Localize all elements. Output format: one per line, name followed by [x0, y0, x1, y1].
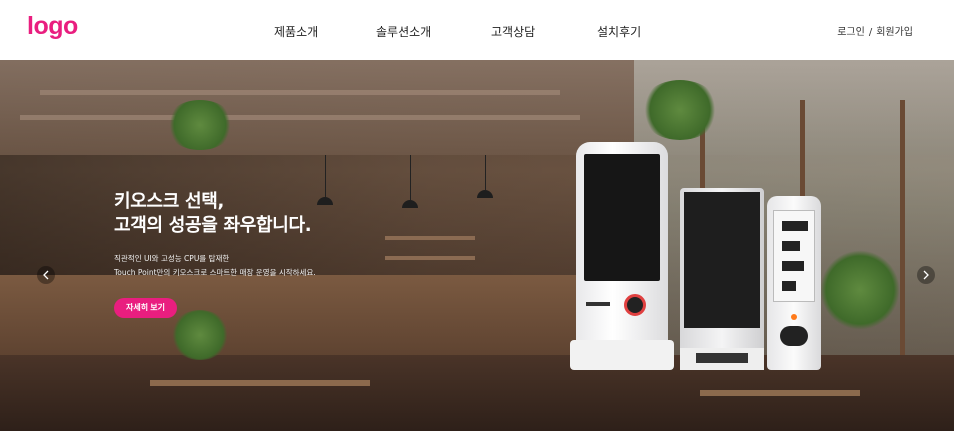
ceiling-beam	[40, 90, 560, 95]
kiosk-compact-image	[767, 196, 821, 370]
signup-link[interactable]: 회원가입	[876, 27, 913, 38]
chevron-right-icon	[923, 270, 929, 280]
pendant-lamp	[317, 197, 333, 205]
lamp-cord	[410, 155, 411, 200]
kiosk-standing-image	[570, 142, 674, 370]
hero-subtext-line1: 직관적인 UI와 고성능 CPU를 탑재한	[114, 254, 230, 263]
lamp-cord	[325, 155, 326, 197]
nav-item-reviews[interactable]: 설치후기	[597, 23, 641, 40]
chevron-left-icon	[43, 270, 49, 280]
hanging-plant	[640, 80, 720, 140]
wall-shelf	[385, 256, 475, 260]
cafe-counter	[0, 275, 600, 360]
pendant-lamp	[477, 190, 493, 198]
hero-copy: 키오스크 선택, 고객의 성공을 좌우합니다. 직관적인 UI와 고성능 CPU…	[114, 190, 316, 280]
hero-subtext: 직관적인 UI와 고성능 CPU를 탑재한 Touch Point만의 키오스크…	[114, 252, 316, 280]
potted-plant	[170, 310, 230, 360]
cafe-table	[150, 380, 370, 386]
nav-item-solutions[interactable]: 솔루션소개	[376, 23, 431, 40]
hero-headline-line1: 키오스크 선택,	[114, 191, 225, 212]
hero-headline-line2: 고객의 성공을 좌우합니다.	[114, 215, 312, 236]
site-logo[interactable]: logo	[27, 12, 78, 41]
lamp-cord	[485, 155, 486, 190]
pendant-lamp	[402, 200, 418, 208]
auth-separator: /	[868, 27, 873, 38]
hero-headline: 키오스크 선택, 고객의 성공을 좌우합니다.	[114, 190, 316, 238]
hero-banner: 키오스크 선택, 고객의 성공을 좌우합니다. 직관적인 UI와 고성능 CPU…	[0, 60, 954, 431]
hanging-plant	[165, 100, 235, 150]
nav-item-products[interactable]: 제품소개	[274, 23, 318, 40]
ceiling-beam	[20, 115, 580, 120]
auth-links: 로그인 / 회원가입	[837, 23, 913, 38]
login-link[interactable]: 로그인	[837, 27, 865, 38]
learn-more-button[interactable]: 자세히 보기	[114, 298, 177, 318]
cafe-table	[700, 390, 860, 396]
nav-item-consulting[interactable]: 고객상담	[491, 23, 535, 40]
hero-subtext-line2: Touch Point만의 키오스크로 스마트한 매장 운영을 시작하세요.	[114, 268, 316, 277]
slider-prev-button[interactable]	[37, 266, 55, 284]
site-header: logo 제품소개 솔루션소개 고객상담 설치후기 로그인 / 회원가입	[0, 0, 954, 60]
wall-shelf	[385, 236, 475, 240]
kiosk-tabletop-image	[680, 188, 764, 370]
slider-next-button[interactable]	[917, 266, 935, 284]
potted-plant	[820, 250, 900, 330]
